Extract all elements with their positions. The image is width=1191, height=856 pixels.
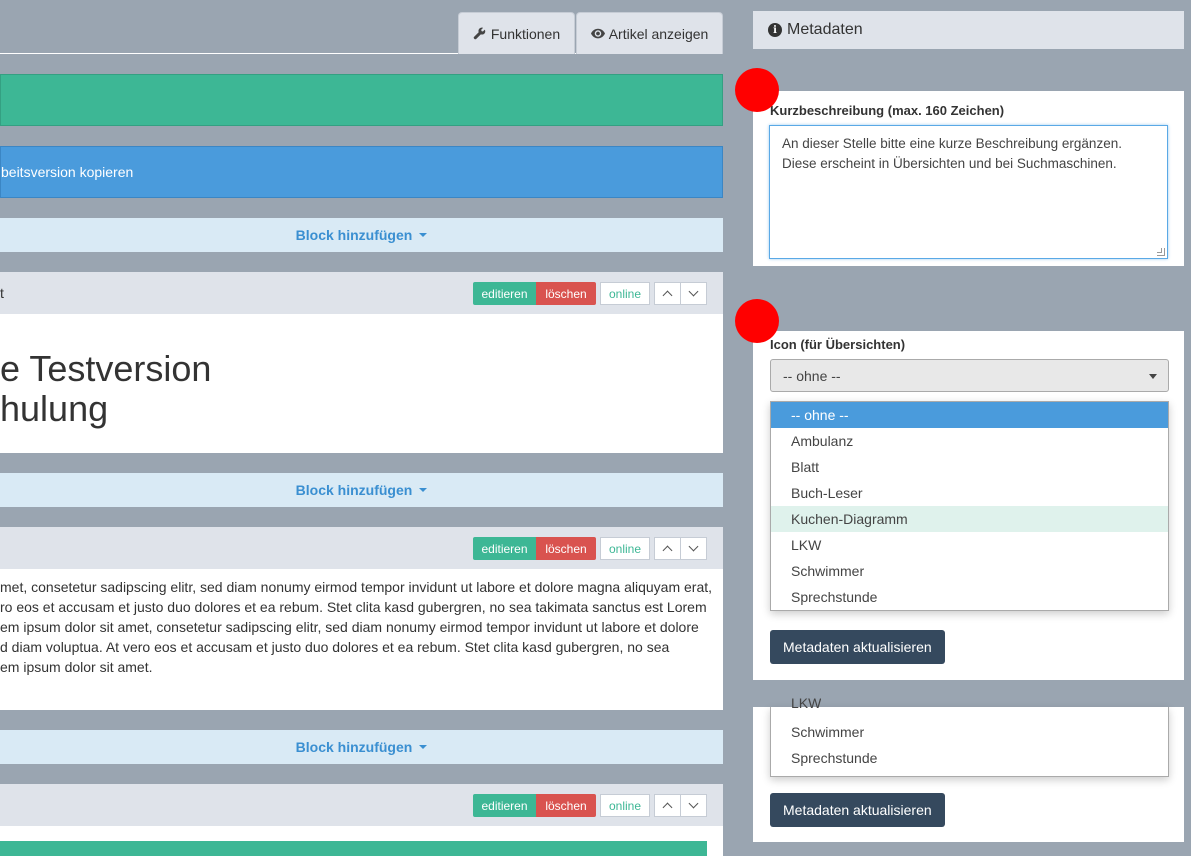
short-desc-textarea[interactable]: An dieser Stelle bitte eine kurze Beschr…: [769, 125, 1168, 259]
add-block-label: Block hinzufügen: [295, 482, 413, 498]
metadata-header: i Metadaten: [753, 11, 1184, 49]
online-toggle[interactable]: online: [600, 537, 650, 560]
block-heading-line2: hulung: [0, 388, 109, 429]
icon-option[interactable]: Sprechstunde: [771, 745, 1168, 771]
block-header: editieren löschen online: [0, 784, 723, 826]
caret-down-icon: [419, 745, 428, 749]
block-title: t: [0, 285, 4, 301]
marker-dot: [735, 299, 779, 343]
delete-button[interactable]: löschen: [536, 794, 596, 817]
text-line: em ipsum dolor sit amet, consetetur sadi…: [0, 619, 699, 635]
resize-handle-icon[interactable]: [1157, 248, 1165, 256]
icon-dropdown: -- ohne -- Ambulanz Blatt Buch-Leser Kuc…: [770, 401, 1169, 611]
icon-option[interactable]: Sprechstunde: [771, 584, 1168, 610]
icon-panel-duplicate: LKW Schwimmer Sprechstunde Metadaten akt…: [753, 695, 1184, 842]
add-block-button[interactable]: Block hinzufügen: [0, 218, 723, 252]
chevron-down-icon: [688, 541, 699, 552]
move-up-button[interactable]: [654, 794, 681, 817]
block-controls: editieren löschen online: [473, 794, 707, 817]
update-metadata-button[interactable]: Metadaten aktualisieren: [770, 793, 945, 827]
chevron-up-icon: [662, 290, 673, 301]
tab-funktionen-label: Funktionen: [490, 25, 561, 42]
icon-dropdown-ghost: LKW Schwimmer Sprechstunde: [770, 695, 1169, 777]
edit-button[interactable]: editieren: [473, 794, 536, 817]
copy-version-label: beitsversion kopieren: [1, 164, 134, 180]
icon-option[interactable]: Schwimmer: [771, 719, 1168, 745]
edit-button[interactable]: editieren: [473, 537, 536, 560]
text-line: met, consetetur sadipscing elitr, sed di…: [0, 579, 713, 595]
icon-label: Icon (für Übersichten): [770, 337, 906, 352]
short-desc-label: Kurzbeschreibung (max. 160 Zeichen): [770, 103, 1005, 118]
edit-button[interactable]: editieren: [473, 282, 536, 305]
block-content-text: met, consetetur sadipscing elitr, sed di…: [0, 569, 723, 710]
block-text: met, consetetur sadipscing elitr, sed di…: [0, 577, 715, 677]
move-down-button[interactable]: [680, 537, 707, 560]
info-icon: i: [768, 23, 782, 37]
block-header: t editieren löschen online: [0, 272, 723, 314]
tab-funktionen[interactable]: Funktionen: [458, 12, 575, 54]
wrench-icon: [473, 27, 487, 41]
icon-option[interactable]: Blatt: [771, 454, 1168, 480]
icon-option[interactable]: Schwimmer: [771, 558, 1168, 584]
tab-bar: Funktionen Artikel anzeigen: [0, 0, 723, 54]
online-toggle[interactable]: online: [600, 282, 650, 305]
add-block-label: Block hinzufügen: [295, 739, 413, 755]
caret-down-icon: [1149, 374, 1157, 379]
add-block-button[interactable]: Block hinzufügen: [0, 473, 723, 507]
block-heading: e Testversion hulung: [0, 349, 211, 429]
block-heading-line1: e Testversion: [0, 348, 212, 389]
tab-artikel-anzeigen-label: Artikel anzeigen: [608, 25, 709, 42]
icon-option: LKW: [791, 695, 822, 709]
icon-option[interactable]: LKW: [771, 532, 1168, 558]
green-content-box: [0, 841, 707, 856]
caret-down-icon: [419, 233, 428, 237]
update-metadata-button[interactable]: Metadaten aktualisieren: [770, 630, 945, 664]
add-block-label: Block hinzufügen: [295, 227, 413, 243]
chevron-up-icon: [662, 545, 673, 556]
chevron-up-icon: [662, 802, 673, 813]
short-description-panel: Kurzbeschreibung (max. 160 Zeichen) An d…: [753, 91, 1184, 266]
status-bar-green: [0, 74, 723, 126]
move-up-button[interactable]: [654, 537, 681, 560]
delete-button[interactable]: löschen: [536, 282, 596, 305]
move-down-button[interactable]: [680, 794, 707, 817]
editor-column: Funktionen Artikel anzeigen beitsversion…: [0, 0, 723, 856]
block-controls: editieren löschen online: [473, 537, 707, 560]
chevron-down-icon: [688, 286, 699, 297]
text-line: d diam voluptua. At vero eos et accusam …: [0, 639, 670, 655]
move-down-button[interactable]: [680, 282, 707, 305]
icon-select[interactable]: -- ohne --: [770, 359, 1169, 392]
block-controls: editieren löschen online: [473, 282, 707, 305]
move-up-button[interactable]: [654, 282, 681, 305]
marker-dot: [735, 68, 779, 112]
block-header: editieren löschen online: [0, 527, 723, 569]
tab-artikel-anzeigen[interactable]: Artikel anzeigen: [576, 12, 723, 54]
icon-option[interactable]: Kuchen-Diagramm: [771, 506, 1168, 532]
icon-option[interactable]: Ambulanz: [771, 428, 1168, 454]
chevron-down-icon: [688, 798, 699, 809]
eye-icon: [590, 27, 605, 41]
icon-option[interactable]: Buch-Leser: [771, 480, 1168, 506]
icon-panel: Icon (für Übersichten) -- ohne -- -- ohn…: [753, 331, 1184, 680]
text-line: em ipsum dolor sit amet.: [0, 659, 153, 675]
copy-version-button[interactable]: beitsversion kopieren: [0, 146, 723, 198]
short-desc-value: An dieser Stelle bitte eine kurze Beschr…: [782, 136, 1122, 171]
metadata-title: Metadaten: [787, 21, 863, 38]
add-block-button[interactable]: Block hinzufügen: [0, 730, 723, 764]
icon-select-value: -- ohne --: [783, 367, 841, 384]
online-toggle[interactable]: online: [600, 794, 650, 817]
delete-button[interactable]: löschen: [536, 537, 596, 560]
caret-down-icon: [419, 488, 428, 492]
text-line: ro eos et accusam et justo duo dolores e…: [0, 599, 707, 615]
block-content-heading: e Testversion hulung: [0, 314, 723, 453]
icon-option[interactable]: -- ohne --: [771, 402, 1168, 428]
